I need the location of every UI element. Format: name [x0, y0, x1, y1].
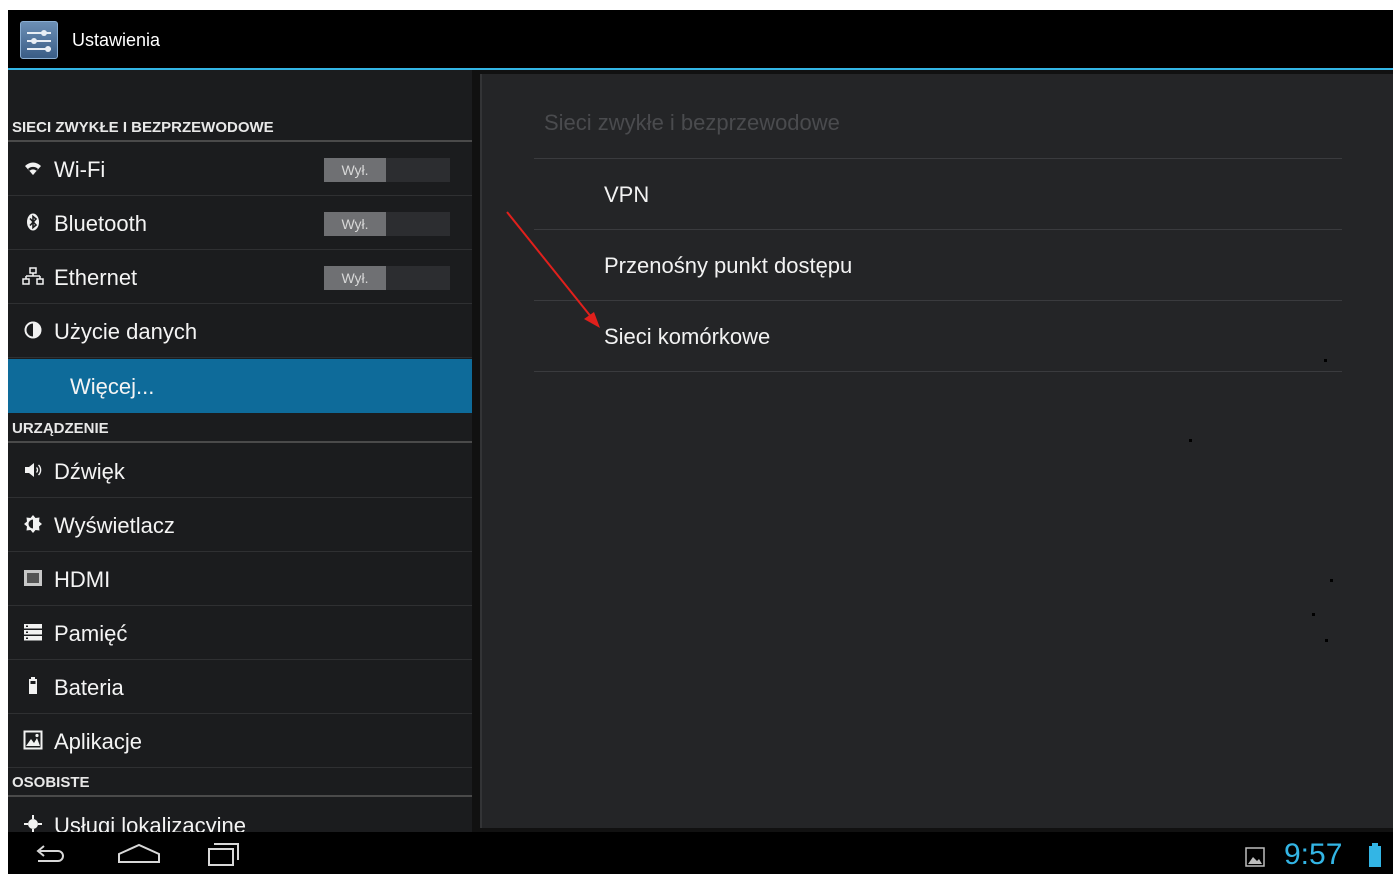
- home-button[interactable]: [116, 842, 162, 866]
- recent-apps-button[interactable]: [206, 840, 242, 868]
- battery-status-icon[interactable]: [1368, 843, 1382, 867]
- android-screen: Ustawienia SIECI ZWYKŁE I BEZPRZEWODOWE …: [8, 10, 1393, 874]
- back-button[interactable]: [32, 842, 68, 866]
- annotation-arrow: [506, 211, 600, 328]
- navigation-bar: 9:57: [8, 832, 1393, 874]
- status-clock[interactable]: 9:57: [1284, 838, 1342, 872]
- gallery-notification-icon[interactable]: [1245, 847, 1265, 867]
